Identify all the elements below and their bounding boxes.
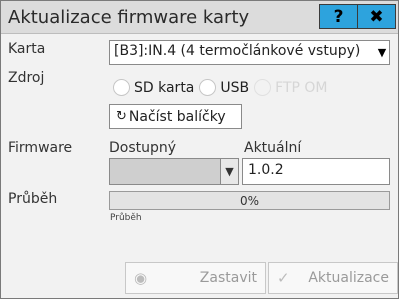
title-bar: Aktualizace firmware karty ? ✖ xyxy=(1,1,398,34)
update-button[interactable]: ✓ Aktualizace xyxy=(268,262,398,294)
radio-ftp-label: FTP OM xyxy=(275,79,328,96)
stop-icon: ◉ xyxy=(134,269,148,287)
card-select-value: [B3]:IN.4 (4 termočlánkové vstupy) xyxy=(114,43,361,59)
load-packages-label: Načíst balíčky xyxy=(128,108,226,125)
radio-ftp xyxy=(254,79,272,96)
stop-button[interactable]: ◉ Zastavit xyxy=(125,262,266,294)
source-radio-group: SD karta USB FTP OM xyxy=(113,79,333,96)
available-label: Dostupný xyxy=(109,140,177,156)
help-button[interactable]: ? xyxy=(319,4,358,29)
progress-sub-label: Průběh xyxy=(110,213,142,223)
firmware-label: Firmware xyxy=(8,140,73,156)
update-button-label: Aktualizace xyxy=(308,270,389,286)
current-label: Aktuální xyxy=(244,140,302,156)
radio-usb[interactable] xyxy=(199,79,217,96)
card-select[interactable]: [B3]:IN.4 (4 termočlánkové vstupy) ▼ xyxy=(109,40,390,65)
available-firmware-select: ▼ xyxy=(109,158,239,185)
progress-bar: 0% xyxy=(109,191,390,210)
refresh-icon: ↻ xyxy=(116,109,127,124)
load-packages-button[interactable]: ↻ Načíst balíčky xyxy=(109,104,242,129)
radio-usb-label: USB xyxy=(220,79,250,96)
checkmark-icon: ✓ xyxy=(277,269,290,287)
chevron-down-icon: ▼ xyxy=(220,159,238,184)
stop-button-label: Zastavit xyxy=(199,270,257,286)
current-firmware-value: 1.0.2 xyxy=(248,162,284,178)
radio-sd-card-label: SD karta xyxy=(134,79,195,96)
source-label: Zdroj xyxy=(8,70,45,86)
progress-percent: 0% xyxy=(239,194,260,208)
close-button[interactable]: ✖ xyxy=(357,4,396,29)
radio-sd-card[interactable] xyxy=(113,79,130,96)
progress-label: Průběh xyxy=(8,191,58,207)
dialog-title: Aktualizace firmware karty xyxy=(8,7,250,28)
chevron-down-icon: ▼ xyxy=(377,46,387,59)
firmware-update-dialog: Aktualizace firmware karty ? ✖ Karta [B3… xyxy=(0,0,399,299)
card-label: Karta xyxy=(8,41,46,57)
current-firmware-field: 1.0.2 xyxy=(242,158,390,185)
